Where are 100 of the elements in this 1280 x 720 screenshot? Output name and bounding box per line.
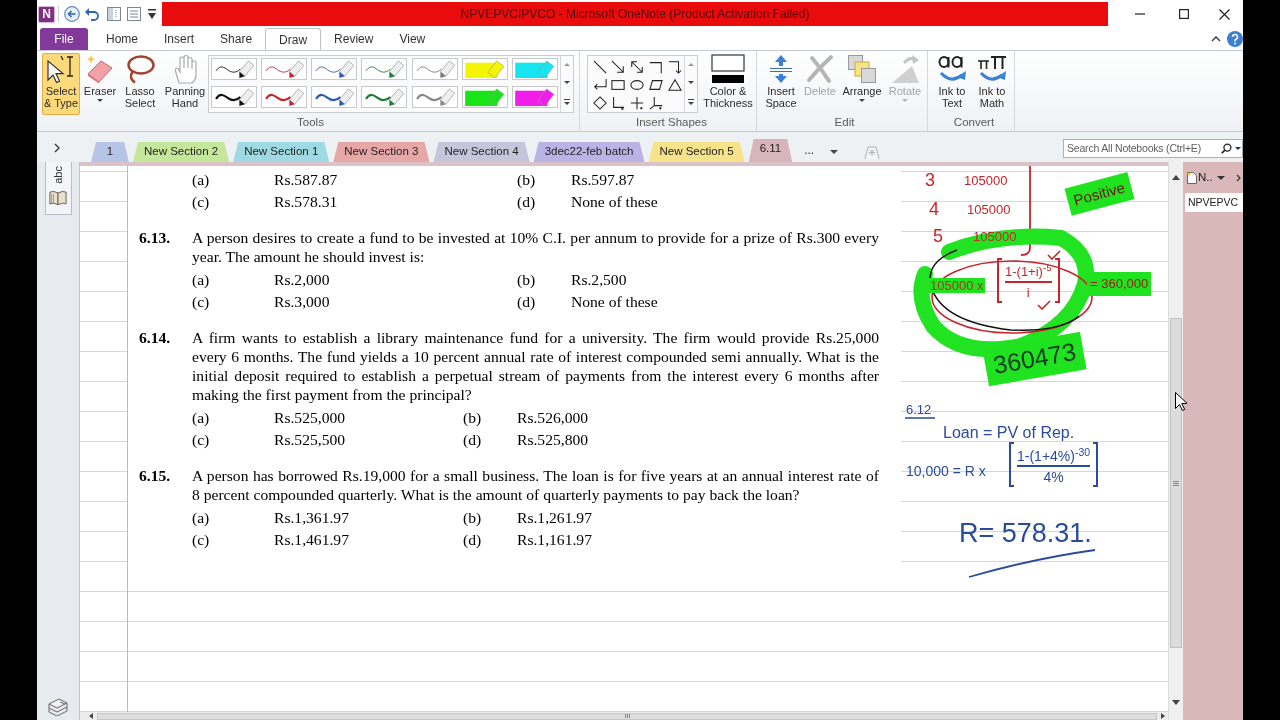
elbow-arrow-icon[interactable] <box>667 60 682 74</box>
right-bracket-stroke <box>1093 442 1099 487</box>
pen-style-button[interactable] <box>311 86 358 108</box>
pen-icon <box>213 88 255 106</box>
highlighted-note: Positive <box>1064 172 1135 216</box>
handwritten-formula: 105000 x <box>929 278 985 293</box>
section-tab[interactable]: 3dec22-feb batch <box>533 142 645 162</box>
lasso-icon <box>125 54 155 84</box>
dock-icon[interactable] <box>107 7 121 21</box>
diamond-icon[interactable] <box>592 96 607 110</box>
section-tab[interactable]: New Section 3 <box>333 142 430 162</box>
more-sections-button[interactable]: ... <box>804 141 815 159</box>
notebooks-icon[interactable] <box>48 698 68 716</box>
lasso-select-button[interactable]: Lasso Select <box>120 53 160 115</box>
section-tab[interactable]: New Section 4 <box>433 142 530 162</box>
sections-caret-icon[interactable] <box>830 150 839 154</box>
more-icon[interactable] <box>564 98 570 105</box>
section-tab[interactable]: New Section 1 <box>233 142 330 162</box>
left-bracket-stroke <box>997 258 1002 303</box>
notebook-button[interactable]: abc <box>44 162 72 215</box>
back-icon[interactable] <box>64 6 80 22</box>
collapse-ribbon-icon[interactable] <box>1211 36 1221 42</box>
section-tab[interactable]: 1 <box>91 142 129 162</box>
scroll-up-icon[interactable] <box>1172 175 1180 180</box>
ink-to-text-button[interactable]: Ink to Text <box>934 53 970 115</box>
insert-space-button[interactable]: Insert Space <box>762 53 800 115</box>
pen-style-button[interactable] <box>211 86 257 108</box>
solution-denominator: 4% <box>1043 468 1064 487</box>
line-shape-icon[interactable] <box>592 60 607 74</box>
search-icon[interactable] <box>1221 143 1232 154</box>
highlighted-amount: = 360,000 <box>1087 272 1152 296</box>
arrow-shape-icon[interactable] <box>611 60 626 74</box>
section-tab[interactable]: New Section 2 <box>133 142 230 162</box>
new-page-caret-icon[interactable] <box>1216 176 1225 180</box>
maximize-icon[interactable] <box>1179 9 1189 19</box>
option-value: Rs.1,161.97 <box>517 530 592 550</box>
file-tab[interactable]: File <box>40 28 88 50</box>
elbow-line-icon[interactable] <box>648 60 663 74</box>
close-icon[interactable] <box>1219 8 1230 20</box>
scroll-down-icon[interactable] <box>1172 700 1180 705</box>
ribbon-tab[interactable]: Home <box>93 28 151 50</box>
option-value: Rs.525,000 <box>274 408 346 428</box>
rectangle-icon[interactable] <box>611 78 626 92</box>
option-letter: (a) <box>192 270 210 290</box>
handwritten-number: 4 <box>929 199 939 219</box>
highlighter-icon <box>513 88 556 106</box>
page-tab[interactable]: NPVEPVC <box>1185 193 1243 212</box>
help-icon[interactable] <box>1227 31 1243 47</box>
scroll-right-icon[interactable] <box>1161 713 1165 719</box>
search-scope-caret-icon[interactable] <box>1235 147 1241 150</box>
panning-hand-button[interactable]: Panning Hand <box>163 53 207 115</box>
arrange-button[interactable]: Arrange <box>840 53 884 115</box>
scroll-down-icon[interactable] <box>688 81 694 84</box>
rotate-icon <box>890 54 920 84</box>
ribbon-tab[interactable]: Share <box>207 28 266 50</box>
ribbon-tab[interactable]: View <box>386 28 439 50</box>
triangle-icon[interactable] <box>667 78 682 92</box>
ribbon-tab[interactable]: Review <box>321 28 387 50</box>
scrollbar-thumb[interactable] <box>1170 318 1182 648</box>
undo-icon[interactable] <box>85 7 99 21</box>
more-icon[interactable] <box>688 98 694 105</box>
option-value: Rs.2,500 <box>571 270 627 290</box>
double-arrow-icon[interactable] <box>630 60 645 74</box>
page-view-icon[interactable] <box>127 7 141 21</box>
parallelogram-icon[interactable] <box>648 78 663 92</box>
chevron-right-icon[interactable] <box>1236 174 1241 182</box>
option-letter: (c) <box>192 430 210 450</box>
ink-to-math-button[interactable]: Ink to Math <box>973 53 1011 115</box>
3d-axes-icon[interactable] <box>648 96 663 110</box>
scroll-down-icon[interactable] <box>564 81 570 84</box>
expand-chevron-icon[interactable] <box>54 143 60 153</box>
select-cursor-icon <box>46 54 76 84</box>
grip-icon <box>624 714 630 718</box>
cross-axes-icon[interactable] <box>630 96 645 110</box>
left-bracket-stroke <box>1009 442 1014 487</box>
app-logo[interactable]: N <box>38 5 55 23</box>
handwritten-answer: R= 578.31. <box>959 518 1092 548</box>
oval-icon[interactable] <box>630 78 645 92</box>
bent-arrow-icon[interactable] <box>592 78 607 92</box>
customize-caret-icon[interactable] <box>148 9 156 19</box>
pen-icon <box>313 60 356 78</box>
ribbon-tab[interactable]: Insert <box>151 28 208 50</box>
section-tab[interactable]: New Section 5 <box>648 142 745 162</box>
option-value: Rs.525,800 <box>517 430 589 450</box>
caret-icon <box>902 99 908 102</box>
axes-icon[interactable] <box>611 96 626 110</box>
handwritten-number: 5 <box>933 226 943 246</box>
select-type-button[interactable]: Select & Type <box>42 53 80 115</box>
handwritten-amount: 105000 <box>967 202 1011 217</box>
group-label: Insert Shapes <box>635 115 708 130</box>
search-field[interactable]: Search All Notebooks (Ctrl+E) <box>1063 139 1243 158</box>
eraser-button[interactable]: Eraser <box>83 53 117 115</box>
section-tab[interactable]: 6.11 <box>748 139 793 162</box>
ribbon-tab[interactable]: Draw <box>265 28 322 50</box>
group-label: Tools <box>296 115 325 130</box>
question-text: A person has borrowed Rs.19,000 for a small business. The loan is for five years at an annual interest rate of 8 percent compounded quarterly. What is the amount of quarterly payments to pay back the loan? <box>192 466 879 504</box>
scroll-left-icon[interactable] <box>89 713 93 719</box>
new-page-button[interactable]: N.. <box>1187 169 1213 187</box>
color-thickness-button[interactable]: Color & Thickness <box>701 53 755 115</box>
page-icon <box>1187 172 1197 184</box>
